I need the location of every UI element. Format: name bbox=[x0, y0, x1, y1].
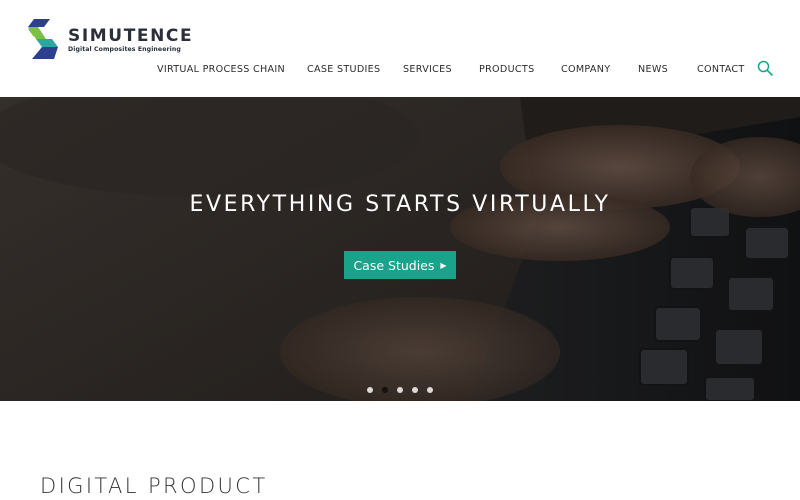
nav-item-virtual-process-chain[interactable]: VIRTUAL PROCESS CHAIN bbox=[157, 64, 285, 75]
nav-item-services[interactable]: SERVICES bbox=[403, 64, 452, 75]
hero-title: EVERYTHING STARTS VIRTUALLY bbox=[189, 192, 611, 217]
site-header: SIMUTENCE Digital Composites Engineering… bbox=[0, 0, 800, 97]
slider-pagination bbox=[367, 387, 437, 395]
hero-overlay bbox=[0, 97, 800, 401]
nav-item-company[interactable]: COMPANY bbox=[561, 64, 610, 75]
nav-item-products[interactable]: PRODUCTS bbox=[479, 64, 534, 75]
nav-item-news[interactable]: NEWS bbox=[638, 64, 668, 75]
hero-slider: EVERYTHING STARTS VIRTUALLY Case Studies… bbox=[0, 97, 800, 401]
case-studies-button-label: Case Studies bbox=[353, 257, 435, 273]
main-nav: VIRTUAL PROCESS CHAIN CASE STUDIES SERVI… bbox=[0, 64, 800, 78]
nav-item-case-studies[interactable]: CASE STUDIES bbox=[307, 64, 380, 75]
brand-tagline: Digital Composites Engineering bbox=[68, 46, 181, 53]
brand-name: SIMUTENCE bbox=[68, 26, 194, 46]
brand-logo[interactable]: SIMUTENCE Digital Composites Engineering bbox=[28, 19, 192, 61]
slide-dot-5[interactable] bbox=[427, 387, 433, 393]
triangle-right-icon: ▶ bbox=[440, 261, 447, 270]
slide-dot-3[interactable] bbox=[397, 387, 403, 393]
case-studies-button[interactable]: Case Studies ▶ bbox=[344, 251, 456, 279]
search-icon[interactable] bbox=[757, 60, 773, 76]
slide-dot-4[interactable] bbox=[412, 387, 418, 393]
slide-dot-2[interactable] bbox=[382, 387, 388, 393]
section-title: DIGITAL PRODUCT bbox=[40, 474, 268, 498]
slide-dot-1[interactable] bbox=[367, 387, 373, 393]
simutence-logo-icon bbox=[28, 19, 58, 59]
nav-item-contact[interactable]: CONTACT bbox=[697, 64, 745, 75]
